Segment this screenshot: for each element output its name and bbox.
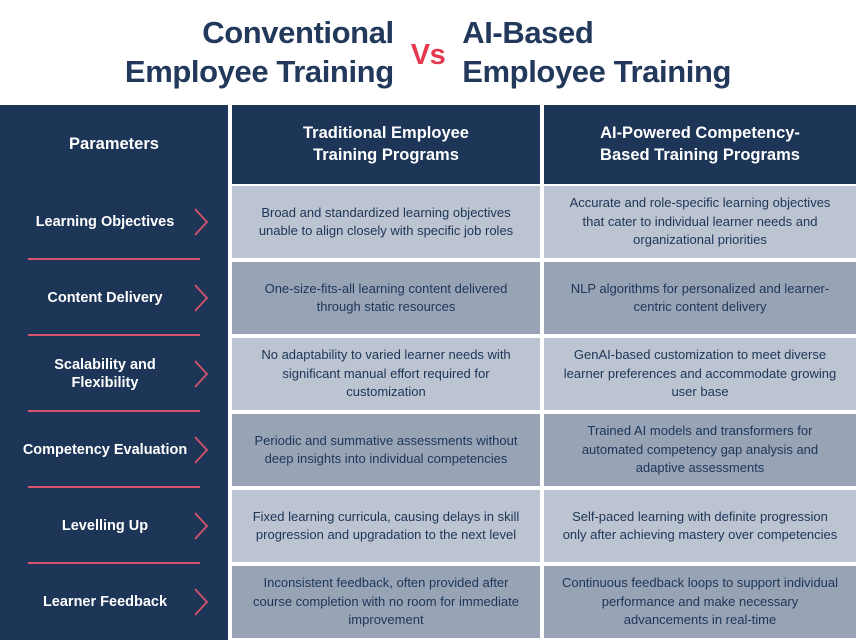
ai-based-cell: Self-paced learning with definite progre…: [544, 490, 856, 562]
traditional-cell: Fixed learning curricula, causing delays…: [232, 490, 540, 562]
ai-based-cell: Continuous feedback loops to support ind…: [544, 566, 856, 638]
table-row: Levelling Up Fixed learning curricula, c…: [0, 488, 856, 564]
header-ai-powered-label: AI-Powered Competency- Based Training Pr…: [600, 123, 800, 166]
table-row: Learning Objectives Broad and standardiz…: [0, 184, 856, 260]
parameter-cell: Learner Feedback: [0, 564, 228, 640]
parameter-label: Learning Objectives: [35, 213, 175, 230]
table-row: Competency Evaluation Periodic and summa…: [0, 412, 856, 488]
parameter-label: Content Delivery: [47, 289, 163, 306]
ai-based-cell: Accurate and role-specific learning obje…: [544, 186, 856, 258]
header-traditional-line1: Traditional Employee: [303, 124, 469, 143]
ai-based-cell: NLP algorithms for personalized and lear…: [544, 262, 856, 334]
parameter-cell: Scalability and Flexibility: [0, 336, 228, 412]
header-ai-powered-line2: Based Training Programs: [600, 145, 800, 164]
title-right-line2: Employee Training: [462, 53, 732, 89]
table-row: Learner Feedback Inconsistent feedback, …: [0, 564, 856, 640]
parameter-inner: Competency Evaluation: [0, 433, 228, 467]
parameter-cell: Learning Objectives: [0, 184, 228, 260]
header-cell-parameters: Parameters: [0, 105, 228, 184]
chevron-right-icon: [188, 357, 214, 391]
parameter-inner: Levelling Up: [0, 509, 228, 543]
parameter-inner: Scalability and Flexibility: [0, 356, 228, 393]
chevron-right-icon: [188, 205, 214, 239]
title-vs-label: Vs: [410, 39, 446, 71]
chevron-right-icon: [188, 433, 214, 467]
traditional-cell: Broad and standardized learning objectiv…: [232, 186, 540, 258]
title-left-line1: Conventional: [202, 15, 394, 51]
header-cell-traditional: Traditional Employee Training Programs: [232, 105, 540, 184]
parameter-cell: Content Delivery: [0, 260, 228, 336]
parameter-inner: Content Delivery: [0, 281, 228, 315]
infographic-title-band: Conventional Employee Training Vs AI-Bas…: [0, 0, 856, 105]
chevron-right-icon: [188, 281, 214, 315]
parameter-inner: Learner Feedback: [0, 585, 228, 619]
parameter-cell: Levelling Up: [0, 488, 228, 564]
header-traditional-line2: Training Programs: [313, 145, 459, 164]
ai-based-cell: GenAI-based customization to meet divers…: [544, 338, 856, 410]
parameter-label: Learner Feedback: [42, 593, 168, 610]
header-ai-powered-line1: AI-Powered Competency-: [600, 124, 800, 143]
traditional-cell: One-size-fits-all learning content deliv…: [232, 262, 540, 334]
parameter-inner: Learning Objectives: [0, 205, 228, 239]
parameter-label: Levelling Up: [61, 517, 149, 534]
header-traditional-label: Traditional Employee Training Programs: [303, 123, 469, 166]
comparison-table: Parameters Traditional Employee Training…: [0, 105, 856, 640]
chevron-right-icon: [188, 585, 214, 619]
table-header-row: Parameters Traditional Employee Training…: [0, 105, 856, 184]
ai-based-cell: Trained AI models and transformers for a…: [544, 414, 856, 486]
title-left-conventional: Conventional Employee Training: [125, 14, 394, 91]
traditional-cell: Inconsistent feedback, often provided af…: [232, 566, 540, 638]
table-row: Content Delivery One-size-fits-all learn…: [0, 260, 856, 336]
title-right-ai-based: AI-Based Employee Training: [462, 14, 731, 91]
table-row: Scalability and Flexibility No adaptabil…: [0, 336, 856, 412]
traditional-cell: Periodic and summative assessments witho…: [232, 414, 540, 486]
parameter-label: Scalability and Flexibility: [54, 356, 156, 391]
header-parameters-label: Parameters: [69, 134, 159, 153]
traditional-cell: No adaptability to varied learner needs …: [232, 338, 540, 410]
title-right-line1: AI-Based: [462, 15, 594, 51]
parameter-label: Competency Evaluation: [22, 441, 188, 458]
header-cell-ai-powered: AI-Powered Competency- Based Training Pr…: [544, 105, 856, 184]
title-left-line2: Employee Training: [124, 53, 394, 89]
parameter-cell: Competency Evaluation: [0, 412, 228, 488]
chevron-right-icon: [188, 509, 214, 543]
